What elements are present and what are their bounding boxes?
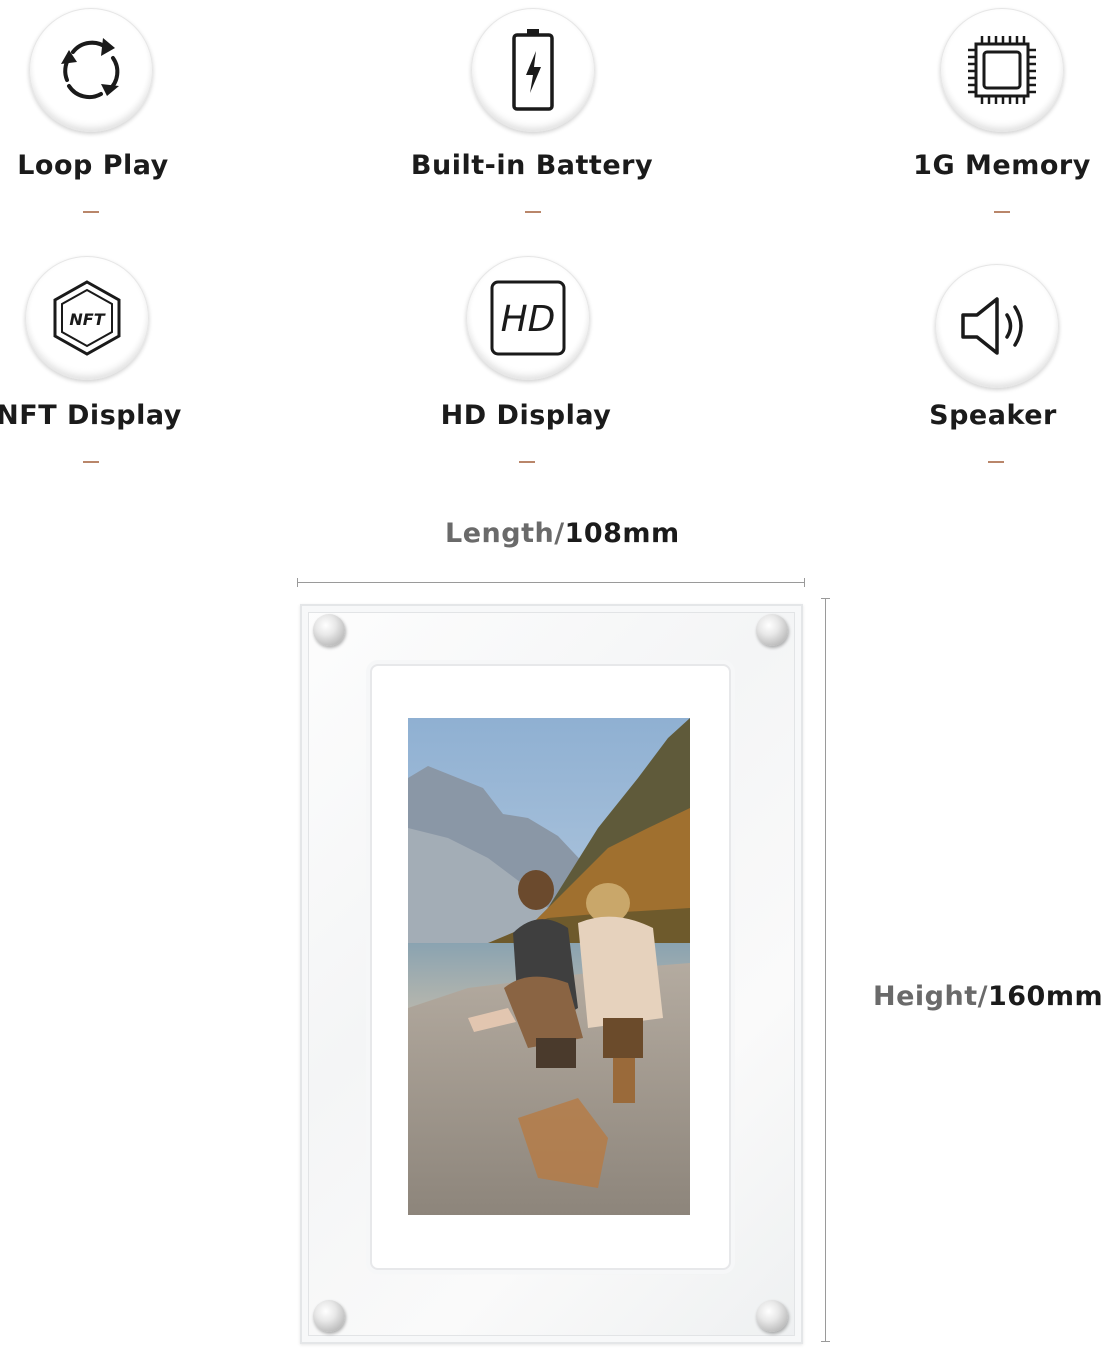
frame-screw-bottom-right <box>756 1300 788 1332</box>
height-label: Height/160mm <box>873 981 1101 1012</box>
frame-screw-bottom-left <box>313 1300 345 1332</box>
nft-icon-text: NFT <box>69 310 105 329</box>
height-name: Height/ <box>873 981 988 1012</box>
accent-dash <box>988 461 1004 463</box>
feature-label: Built-in Battery <box>410 150 654 181</box>
landscape-photo <box>408 718 690 1215</box>
length-dimension-line <box>297 578 805 587</box>
accent-dash <box>519 461 535 463</box>
accent-dash <box>525 211 541 213</box>
feature-label: HD Display <box>440 400 612 431</box>
accent-dash <box>994 211 1010 213</box>
length-label: Length/108mm <box>445 518 680 549</box>
memory-chip-icon <box>940 8 1064 132</box>
feature-label: Speaker <box>929 400 1057 431</box>
speaker-icon <box>935 264 1059 388</box>
length-value: 108mm <box>564 518 680 549</box>
feature-label: NFT Display <box>0 400 182 431</box>
frame-screen-photo <box>408 718 690 1215</box>
hd-icon: HD <box>466 256 590 380</box>
accent-dash <box>83 461 99 463</box>
feature-label: Loop Play <box>17 150 169 181</box>
loop-icon <box>29 8 153 132</box>
feature-label: 1G Memory <box>913 150 1091 181</box>
height-value: 160mm <box>987 981 1101 1012</box>
nft-icon: NFT <box>25 256 149 380</box>
frame-screw-top-right <box>756 614 788 646</box>
accent-dash <box>83 211 99 213</box>
length-name: Length/ <box>445 518 565 549</box>
battery-icon <box>471 8 595 132</box>
height-dimension-line <box>821 598 830 1342</box>
hd-icon-text: HD <box>501 299 556 340</box>
frame-screw-top-left <box>313 614 345 646</box>
